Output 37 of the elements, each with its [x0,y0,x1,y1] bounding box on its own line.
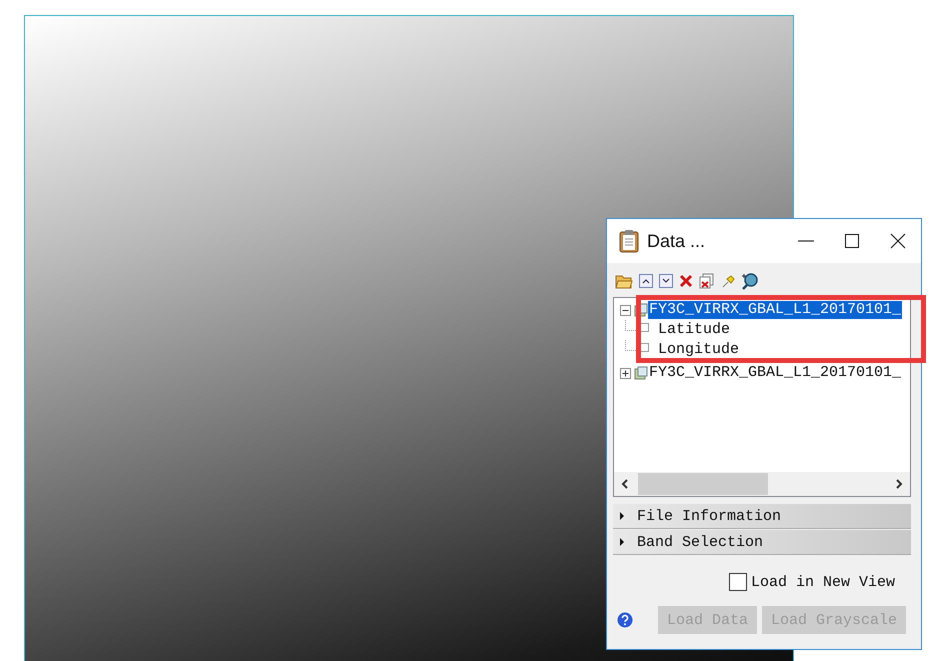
clipboard-icon [619,229,639,253]
minimize-icon [798,240,814,242]
folder-icon [615,273,633,289]
dataset-icon [634,303,648,317]
magnifier-icon [741,272,759,290]
search-button[interactable] [741,272,759,290]
open-button[interactable] [615,273,633,289]
maximize-icon [844,233,860,249]
caret-right-icon [619,538,625,546]
tree-item[interactable]: Latitude [657,321,732,339]
pin-button[interactable] [721,274,735,288]
scroll-right-icon [894,478,904,490]
caret-right-icon [619,512,625,520]
section-header[interactable]: Band Selection [613,530,911,555]
expand-toggle[interactable] [620,368,631,378]
checkbox[interactable] [728,573,747,591]
tree-item[interactable]: FY3C_VIRRX_GBAL_L1_20170101_ [648,364,902,382]
horizontal-scrollbar[interactable] [614,472,910,496]
delete-icon [679,274,693,288]
pin-icon [721,274,735,288]
collapse-toggle[interactable] [620,304,631,316]
up-button[interactable] [639,274,653,288]
tree-item[interactable]: FY3C_VIRRX_GBAL_L1_20170101_ [648,301,902,319]
close-icon [890,233,906,249]
scroll-left-icon [620,478,630,490]
band-icon [640,342,649,352]
remove-all-button[interactable] [699,273,715,289]
dataset-icon [634,366,648,380]
down-button[interactable] [659,274,673,288]
window-title: Data ... [647,230,706,252]
band-icon [640,322,649,332]
section-header[interactable]: File Information [613,504,911,529]
remove-button[interactable] [679,274,693,288]
checkbox-label: Load in New View [750,574,895,590]
help-icon[interactable] [617,612,633,628]
delete-all-icon [699,273,715,289]
tree-item[interactable]: Longitude [657,341,740,359]
